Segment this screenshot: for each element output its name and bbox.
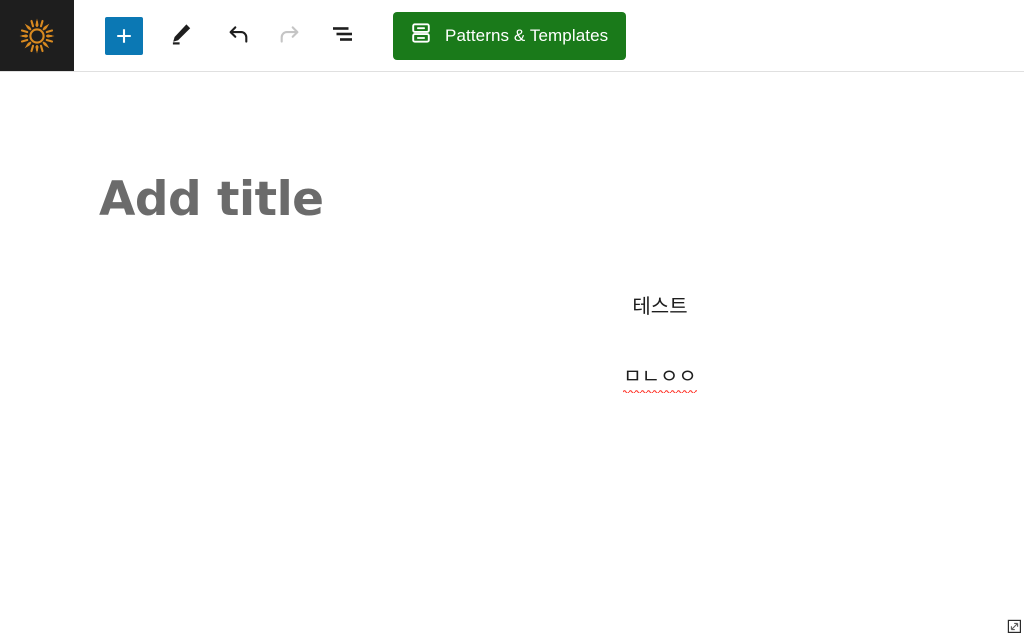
paragraph-block-2[interactable]: ㅁㄴㅇㅇ bbox=[560, 362, 760, 393]
patterns-and-templates-button[interactable]: Patterns & Templates bbox=[393, 11, 627, 60]
plus-icon bbox=[113, 25, 135, 47]
site-logo-button[interactable] bbox=[0, 0, 74, 71]
stacked-blocks-icon bbox=[409, 21, 433, 50]
redo-arrow-icon bbox=[276, 21, 302, 50]
post-title-field[interactable]: Add title bbox=[99, 176, 324, 223]
tools-pencil-button[interactable] bbox=[159, 14, 203, 58]
undo-arrow-icon bbox=[226, 21, 252, 50]
sun-icon bbox=[15, 14, 59, 58]
document-overview-button[interactable] bbox=[321, 14, 365, 58]
paragraph-block-1[interactable]: 테스트 bbox=[560, 292, 760, 320]
pencil-icon bbox=[168, 21, 194, 50]
editor-header: Patterns & Templates bbox=[0, 0, 1024, 72]
block-editor-app: Patterns & Templates Add title 테스트 ㅁㄴㅇㅇ bbox=[0, 0, 1024, 636]
block-inserter-button[interactable] bbox=[105, 16, 143, 55]
list-view-icon bbox=[330, 21, 356, 50]
paragraph-text-misspelled: ㅁㄴㅇㅇ bbox=[623, 362, 697, 393]
undo-button[interactable] bbox=[217, 14, 261, 58]
editor-toolbar: Patterns & Templates bbox=[74, 0, 627, 71]
patterns-button-label: Patterns & Templates bbox=[445, 26, 609, 45]
redo-button[interactable] bbox=[267, 14, 311, 58]
paragraph-text: 테스트 bbox=[632, 294, 688, 318]
editor-canvas[interactable]: Add title 테스트 ㅁㄴㅇㅇ bbox=[0, 72, 1024, 636]
